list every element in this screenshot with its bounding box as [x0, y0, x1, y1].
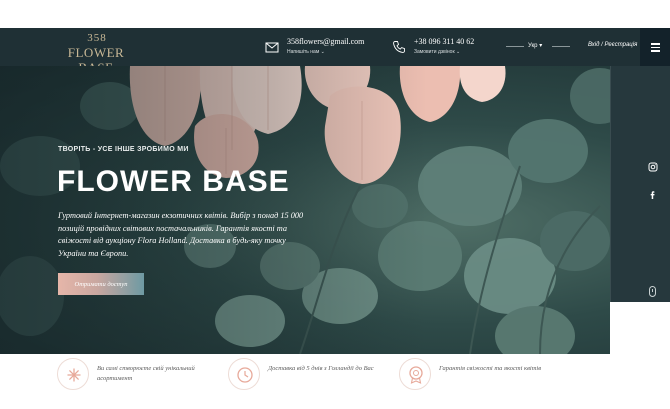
flower-icon: [67, 368, 81, 382]
feature-text: Ви самі створюєте свій унікальний асорти…: [97, 365, 195, 382]
language-selector[interactable]: Укр ▾: [506, 41, 576, 53]
facebook-icon[interactable]: [648, 190, 658, 200]
phone-number[interactable]: +38 096 311 40 62: [414, 37, 474, 46]
write-us-link[interactable]: Напишіть нам ⌄: [287, 49, 325, 55]
quality-badge-icon: [409, 366, 423, 384]
hamburger-icon: [651, 50, 660, 52]
hero-tagline: ТВОРІТЬ - УСЕ ІНШЕ ЗРОБИМО МИ: [58, 146, 189, 153]
phone-icon: [393, 41, 405, 53]
chevron-down-icon: ⌄: [456, 49, 461, 55]
feature-item: Ви самі створюєте свій унікальний асорти…: [57, 358, 247, 394]
chevron-down-icon: ⌄: [320, 49, 325, 55]
feature-icon-wrap: [228, 358, 260, 390]
email-contact[interactable]: 358flowers@gmail.com Напишіть нам ⌄: [265, 37, 375, 59]
request-call-link[interactable]: Замовити дзвінок ⌄: [414, 49, 460, 55]
language-label[interactable]: Укр ▾: [528, 42, 542, 49]
feature-item: Доставка від 5 днів з Голландії до Вас: [228, 358, 418, 394]
logo[interactable]: 358 FLOWER BASE: [56, 32, 146, 75]
side-rail: [610, 66, 670, 302]
rail-divider: [610, 66, 611, 302]
email-address[interactable]: 358flowers@gmail.com: [287, 37, 364, 46]
feature-icon-wrap: [399, 358, 431, 390]
site-header: 358 FLOWER BASE 358flowers@gmail.com Нап…: [0, 28, 670, 75]
divider: [552, 46, 570, 47]
caret-down-icon: ▾: [539, 43, 543, 49]
feature-text: Доставка від 5 днів з Голландії до Вас: [268, 365, 374, 372]
instagram-icon[interactable]: [648, 162, 658, 172]
divider: [506, 46, 524, 47]
scroll-mouse-icon[interactable]: [649, 286, 656, 297]
login-register-link[interactable]: Вхід / Реєстрація: [588, 42, 637, 48]
clock-icon: [237, 367, 253, 383]
hamburger-icon: [651, 46, 660, 48]
phone-contact[interactable]: +38 096 311 40 62 Замовити дзвінок ⌄: [392, 37, 502, 59]
hero-banner: ТВОРІТЬ - УСЕ ІНШЕ ЗРОБИМО МИ FLOWER BAS…: [0, 66, 610, 354]
feature-text: Гарантія свіжості та якості квітів: [439, 365, 542, 372]
get-access-button[interactable]: Отримати доступ: [58, 273, 144, 295]
envelope-icon: [265, 42, 279, 53]
feature-item: Гарантія свіжості та якості квітів: [399, 358, 589, 394]
features-strip: Ви самі створюєте свій унікальний асорти…: [0, 354, 670, 409]
feature-icon-wrap: [57, 358, 89, 390]
hamburger-icon: [651, 43, 660, 45]
hero-title: FLOWER BASE: [57, 165, 290, 198]
menu-button[interactable]: [640, 28, 670, 66]
logo-number: 358: [87, 32, 107, 44]
hero-description: Гуртовий Інтернет-магазин екзотичних кві…: [58, 211, 304, 258]
